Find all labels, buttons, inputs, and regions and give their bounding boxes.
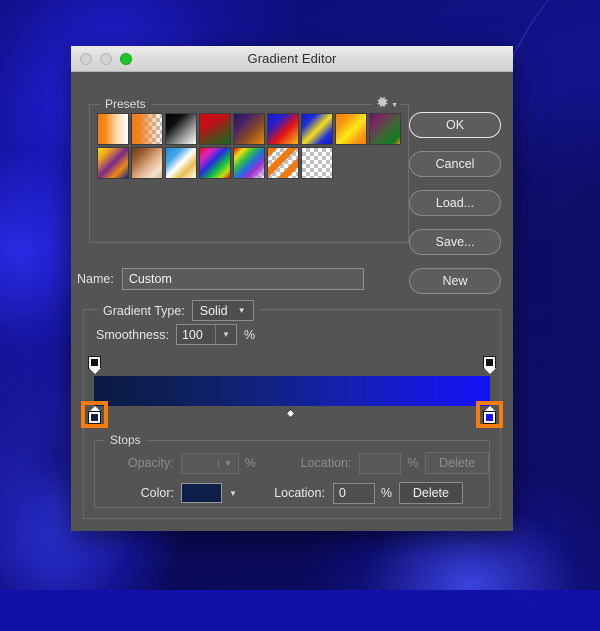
preset-swatch-transparent-rainbow[interactable] bbox=[233, 147, 265, 179]
preset-swatch-orange-stripes[interactable] bbox=[267, 147, 299, 179]
window-controls bbox=[71, 52, 132, 65]
preset-swatch-violet-orange[interactable] bbox=[233, 113, 265, 145]
opacity-label: Opacity: bbox=[127, 456, 174, 470]
gradient-type-legend: Gradient Type: Solid ▼ bbox=[98, 300, 259, 321]
dialog-button-column: OK Cancel Load... Save... New bbox=[409, 112, 501, 294]
name-input[interactable] bbox=[121, 268, 364, 290]
color-location-unit: % bbox=[380, 486, 393, 500]
chevron-down-icon[interactable]: ▼ bbox=[229, 489, 237, 498]
smoothness-unit: % bbox=[243, 327, 256, 342]
color-location-value[interactable]: 0 bbox=[339, 486, 346, 500]
gradient-preview-area bbox=[81, 356, 503, 434]
cancel-button[interactable]: Cancel bbox=[409, 151, 501, 177]
color-stop-row: Color: ▼ Location: 0 % Delete bbox=[95, 482, 489, 504]
save-button[interactable]: Save... bbox=[409, 229, 501, 255]
opacity-location-unit: % bbox=[407, 456, 419, 470]
preset-swatch-red-green[interactable] bbox=[199, 113, 231, 145]
preset-swatch-sky-sand[interactable] bbox=[165, 147, 197, 179]
name-row: Name: bbox=[77, 268, 364, 290]
close-button[interactable] bbox=[80, 52, 92, 65]
preset-swatch-blue-red-yellow[interactable] bbox=[267, 113, 299, 145]
chevron-down-icon[interactable]: ▼ bbox=[214, 325, 236, 344]
preset-swatch-orange-yellow-orange[interactable] bbox=[335, 113, 367, 145]
smoothness-field[interactable]: 100 ▼ bbox=[175, 324, 237, 345]
opacity-location-input bbox=[359, 452, 402, 474]
preset-swatch-copper[interactable] bbox=[131, 147, 163, 179]
stops-legend: Stops bbox=[105, 433, 146, 447]
opacity-stop-pointer bbox=[483, 368, 496, 374]
preset-swatch-purple-green[interactable] bbox=[369, 113, 401, 145]
opacity-stop-end[interactable] bbox=[483, 356, 496, 375]
smoothness-value[interactable]: 100 bbox=[177, 325, 215, 344]
window-titlebar[interactable]: Gradient Editor bbox=[71, 46, 513, 72]
smoothness-row: Smoothness: 100 ▼ % bbox=[96, 324, 255, 345]
gradient-type-value: Solid bbox=[199, 303, 228, 318]
gradient-type-group: Gradient Type: Solid ▼ Smoothness: 100 ▼… bbox=[81, 300, 503, 519]
preset-swatch-transparent-stripes[interactable] bbox=[301, 147, 333, 179]
smoothness-label: Smoothness: bbox=[96, 327, 169, 342]
gradient-type-label: Gradient Type: bbox=[103, 303, 185, 318]
preset-swatch-foreground-to-transparent-orange[interactable] bbox=[97, 113, 129, 145]
color-label: Color: bbox=[140, 486, 174, 500]
opacity-stop-row: Opacity: ▼ % Location: % Delete bbox=[95, 452, 489, 474]
color-delete-button[interactable]: Delete bbox=[398, 482, 463, 504]
gradient-type-select[interactable]: Solid ▼ bbox=[191, 300, 254, 321]
stops-group: Stops Opacity: ▼ % Location: % Delete Co… bbox=[94, 433, 490, 508]
ok-button[interactable]: OK bbox=[409, 112, 501, 138]
name-label: Name: bbox=[77, 272, 114, 286]
preset-swatch-spectrum[interactable] bbox=[199, 147, 231, 179]
opacity-stop-pointer bbox=[88, 368, 101, 374]
gradient-midpoint-marker[interactable] bbox=[285, 408, 296, 419]
color-stop-end[interactable] bbox=[483, 406, 496, 425]
opacity-location-label: Location: bbox=[300, 456, 352, 470]
zoom-button[interactable] bbox=[120, 52, 132, 65]
opacity-delete-button: Delete bbox=[425, 452, 489, 474]
color-location-label: Location: bbox=[274, 486, 325, 500]
opacity-input: ▼ bbox=[180, 452, 239, 474]
preset-swatch-orange-to-checker[interactable] bbox=[131, 113, 163, 145]
chevron-down-icon: ▼ bbox=[217, 458, 238, 468]
load-button[interactable]: Load... bbox=[409, 190, 501, 216]
color-location-input[interactable]: 0 bbox=[332, 482, 375, 504]
gradient-preview-bar[interactable] bbox=[94, 376, 490, 406]
chevron-down-icon: ▼ bbox=[237, 306, 246, 315]
color-swatch[interactable] bbox=[181, 483, 222, 503]
gradient-editor-window: Gradient Editor Presets ▼ OK Cancel Load… bbox=[71, 46, 513, 531]
color-stop-start[interactable] bbox=[88, 406, 101, 425]
color-stop-swatch bbox=[483, 411, 496, 424]
opacity-stop-start[interactable] bbox=[88, 356, 101, 375]
presets-grid bbox=[97, 113, 408, 179]
presets-group: Presets ▼ bbox=[89, 95, 409, 243]
window-title: Gradient Editor bbox=[247, 51, 337, 66]
color-stop-swatch bbox=[88, 411, 101, 424]
window-body: Presets ▼ OK Cancel Load... Save... New … bbox=[71, 72, 513, 531]
preset-swatch-blue-yellow-blue[interactable] bbox=[301, 113, 333, 145]
preset-swatch-yellow-purple-blue[interactable] bbox=[97, 147, 129, 179]
new-button[interactable]: New bbox=[409, 268, 501, 294]
presets-scroll-area[interactable] bbox=[90, 105, 408, 242]
minimize-button[interactable] bbox=[100, 52, 112, 65]
preset-swatch-black-to-white[interactable] bbox=[165, 113, 197, 145]
opacity-unit: % bbox=[244, 456, 256, 470]
